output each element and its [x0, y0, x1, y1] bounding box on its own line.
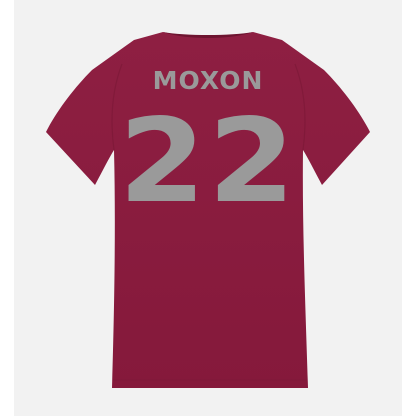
player-name: MOXON	[152, 66, 264, 95]
product-image: MOXON 22	[0, 0, 416, 416]
player-number: 22	[118, 94, 298, 229]
